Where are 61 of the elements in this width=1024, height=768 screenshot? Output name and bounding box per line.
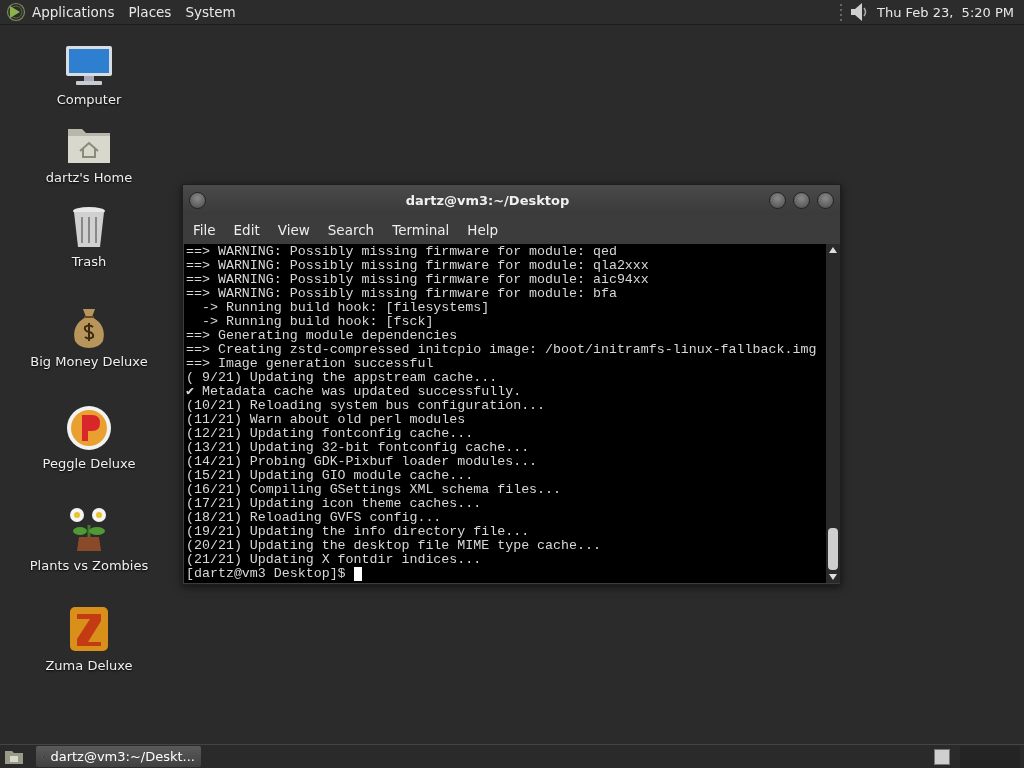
peggle-ball-icon[interactable] [66, 405, 112, 451]
terminal-line: (13/21) Updating 32-bit fontconfig cache... [186, 441, 531, 455]
shell-prompt: [dartz@vm3 Desktop]$ [186, 567, 346, 581]
panel-menu[interactable]: Places [128, 4, 172, 20]
text-cursor [353, 567, 362, 581]
terminal-line: -> Running build hook: [fsck] [200, 315, 435, 329]
window-title: dartz@vm3:~/Desktop [404, 192, 571, 208]
terminal-line: ==> WARNING: Possibly missing firmware for module: qed [186, 245, 618, 259]
menu-item[interactable]: View [271, 221, 318, 238]
logo-icon[interactable] [6, 2, 26, 22]
desktop-icon-label[interactable]: Peggle Deluxe [42, 456, 136, 471]
grip-icon [838, 2, 843, 22]
terminal-line: (21/21) Updating X fontdir indices... [186, 553, 483, 567]
terminal-line: (20/21) Updating the desktop file MIME type cache... [186, 539, 602, 553]
zuma-letter-z-icon[interactable] [68, 605, 110, 653]
panel-menu[interactable]: Applications [32, 4, 115, 20]
terminal-line: (12/21) Updating fontconfig cache... [186, 427, 475, 441]
close-button[interactable] [817, 191, 834, 209]
desktop-icon-label[interactable]: Plants vs Zombies [29, 558, 149, 573]
workspace-switcher[interactable] [934, 748, 950, 765]
desktop-icon-label[interactable]: Trash [71, 254, 107, 269]
terminal-line: (17/21) Updating icon theme caches... [186, 497, 483, 511]
panel-menu[interactable]: System [185, 4, 236, 20]
menu-item[interactable]: Search [321, 221, 383, 238]
scrollbar[interactable] [826, 244, 840, 583]
terminal-line: (16/21) Compiling GSettings XML schema files... [186, 483, 563, 497]
terminal-line: (18/21) Reloading GVFS config... [186, 511, 443, 525]
desktop-icon-label[interactable]: Computer [56, 92, 122, 107]
scroll-down-arrow-icon[interactable] [829, 574, 837, 580]
terminal-line: ( 9/21) Updating the appstream cache... [186, 371, 499, 385]
desktop-icon-label[interactable]: Big Money Deluxe [30, 354, 148, 369]
clock[interactable]: Thu Feb 23, 5:20 PM [876, 4, 1014, 20]
scroll-up-arrow-icon[interactable] [829, 247, 837, 253]
terminal-line: (15/21) Updating GIO module cache... [186, 469, 475, 483]
trash-icon[interactable] [71, 205, 107, 249]
terminal-line: (10/21) Reloading system bus configuration... [186, 399, 547, 413]
terminal-line: -> Running build hook: [filesystems] [200, 301, 491, 315]
terminal-line: ==> WARNING: Possibly missing firmware for module: aic94xx [186, 273, 650, 287]
desktop-icon-label[interactable]: dartz's Home [45, 170, 133, 185]
terminal-line: (11/21) Warn about old perl modules [186, 413, 467, 427]
taskbar-button[interactable]: dartz@vm3:~/Deskt... [36, 746, 201, 767]
terminal-line: ==> Creating zstd-compressed initcpio image: /boot/initramfs-linux-fallback.img [186, 343, 818, 357]
terminal-line: ✔ Metadata cache was updated successfully. [186, 385, 523, 399]
terminal-line: ==> Image generation successful [186, 357, 435, 371]
maximize-button[interactable] [793, 191, 810, 209]
scrollbar-thumb[interactable] [828, 528, 838, 570]
terminal-line: ==> WARNING: Possibly missing firmware for module: qla2xxx [186, 259, 650, 273]
terminal-line: ==> WARNING: Possibly missing firmware for module: bfa [186, 287, 618, 301]
terminal-line: (14/21) Probing GDK-Pixbuf loader modules... [186, 455, 539, 469]
show-desktop-icon[interactable] [4, 748, 24, 765]
menu-item[interactable]: Edit [227, 221, 268, 238]
menu-item[interactable]: File [187, 221, 224, 238]
computer-icon[interactable] [64, 45, 114, 87]
taskbar-button-label: dartz@vm3:~/Deskt... [50, 749, 195, 764]
menu-item[interactable]: Help [461, 221, 507, 238]
terminal-line: (19/21) Updating the info directory file... [186, 525, 531, 539]
menu-item[interactable]: Terminal [386, 221, 458, 238]
window-menu-button[interactable] [189, 191, 206, 209]
minimize-button[interactable] [769, 191, 786, 209]
terminal-line: ==> Generating module dependencies [186, 329, 459, 343]
desktop-icon-label[interactable]: Zuma Deluxe [45, 658, 133, 673]
